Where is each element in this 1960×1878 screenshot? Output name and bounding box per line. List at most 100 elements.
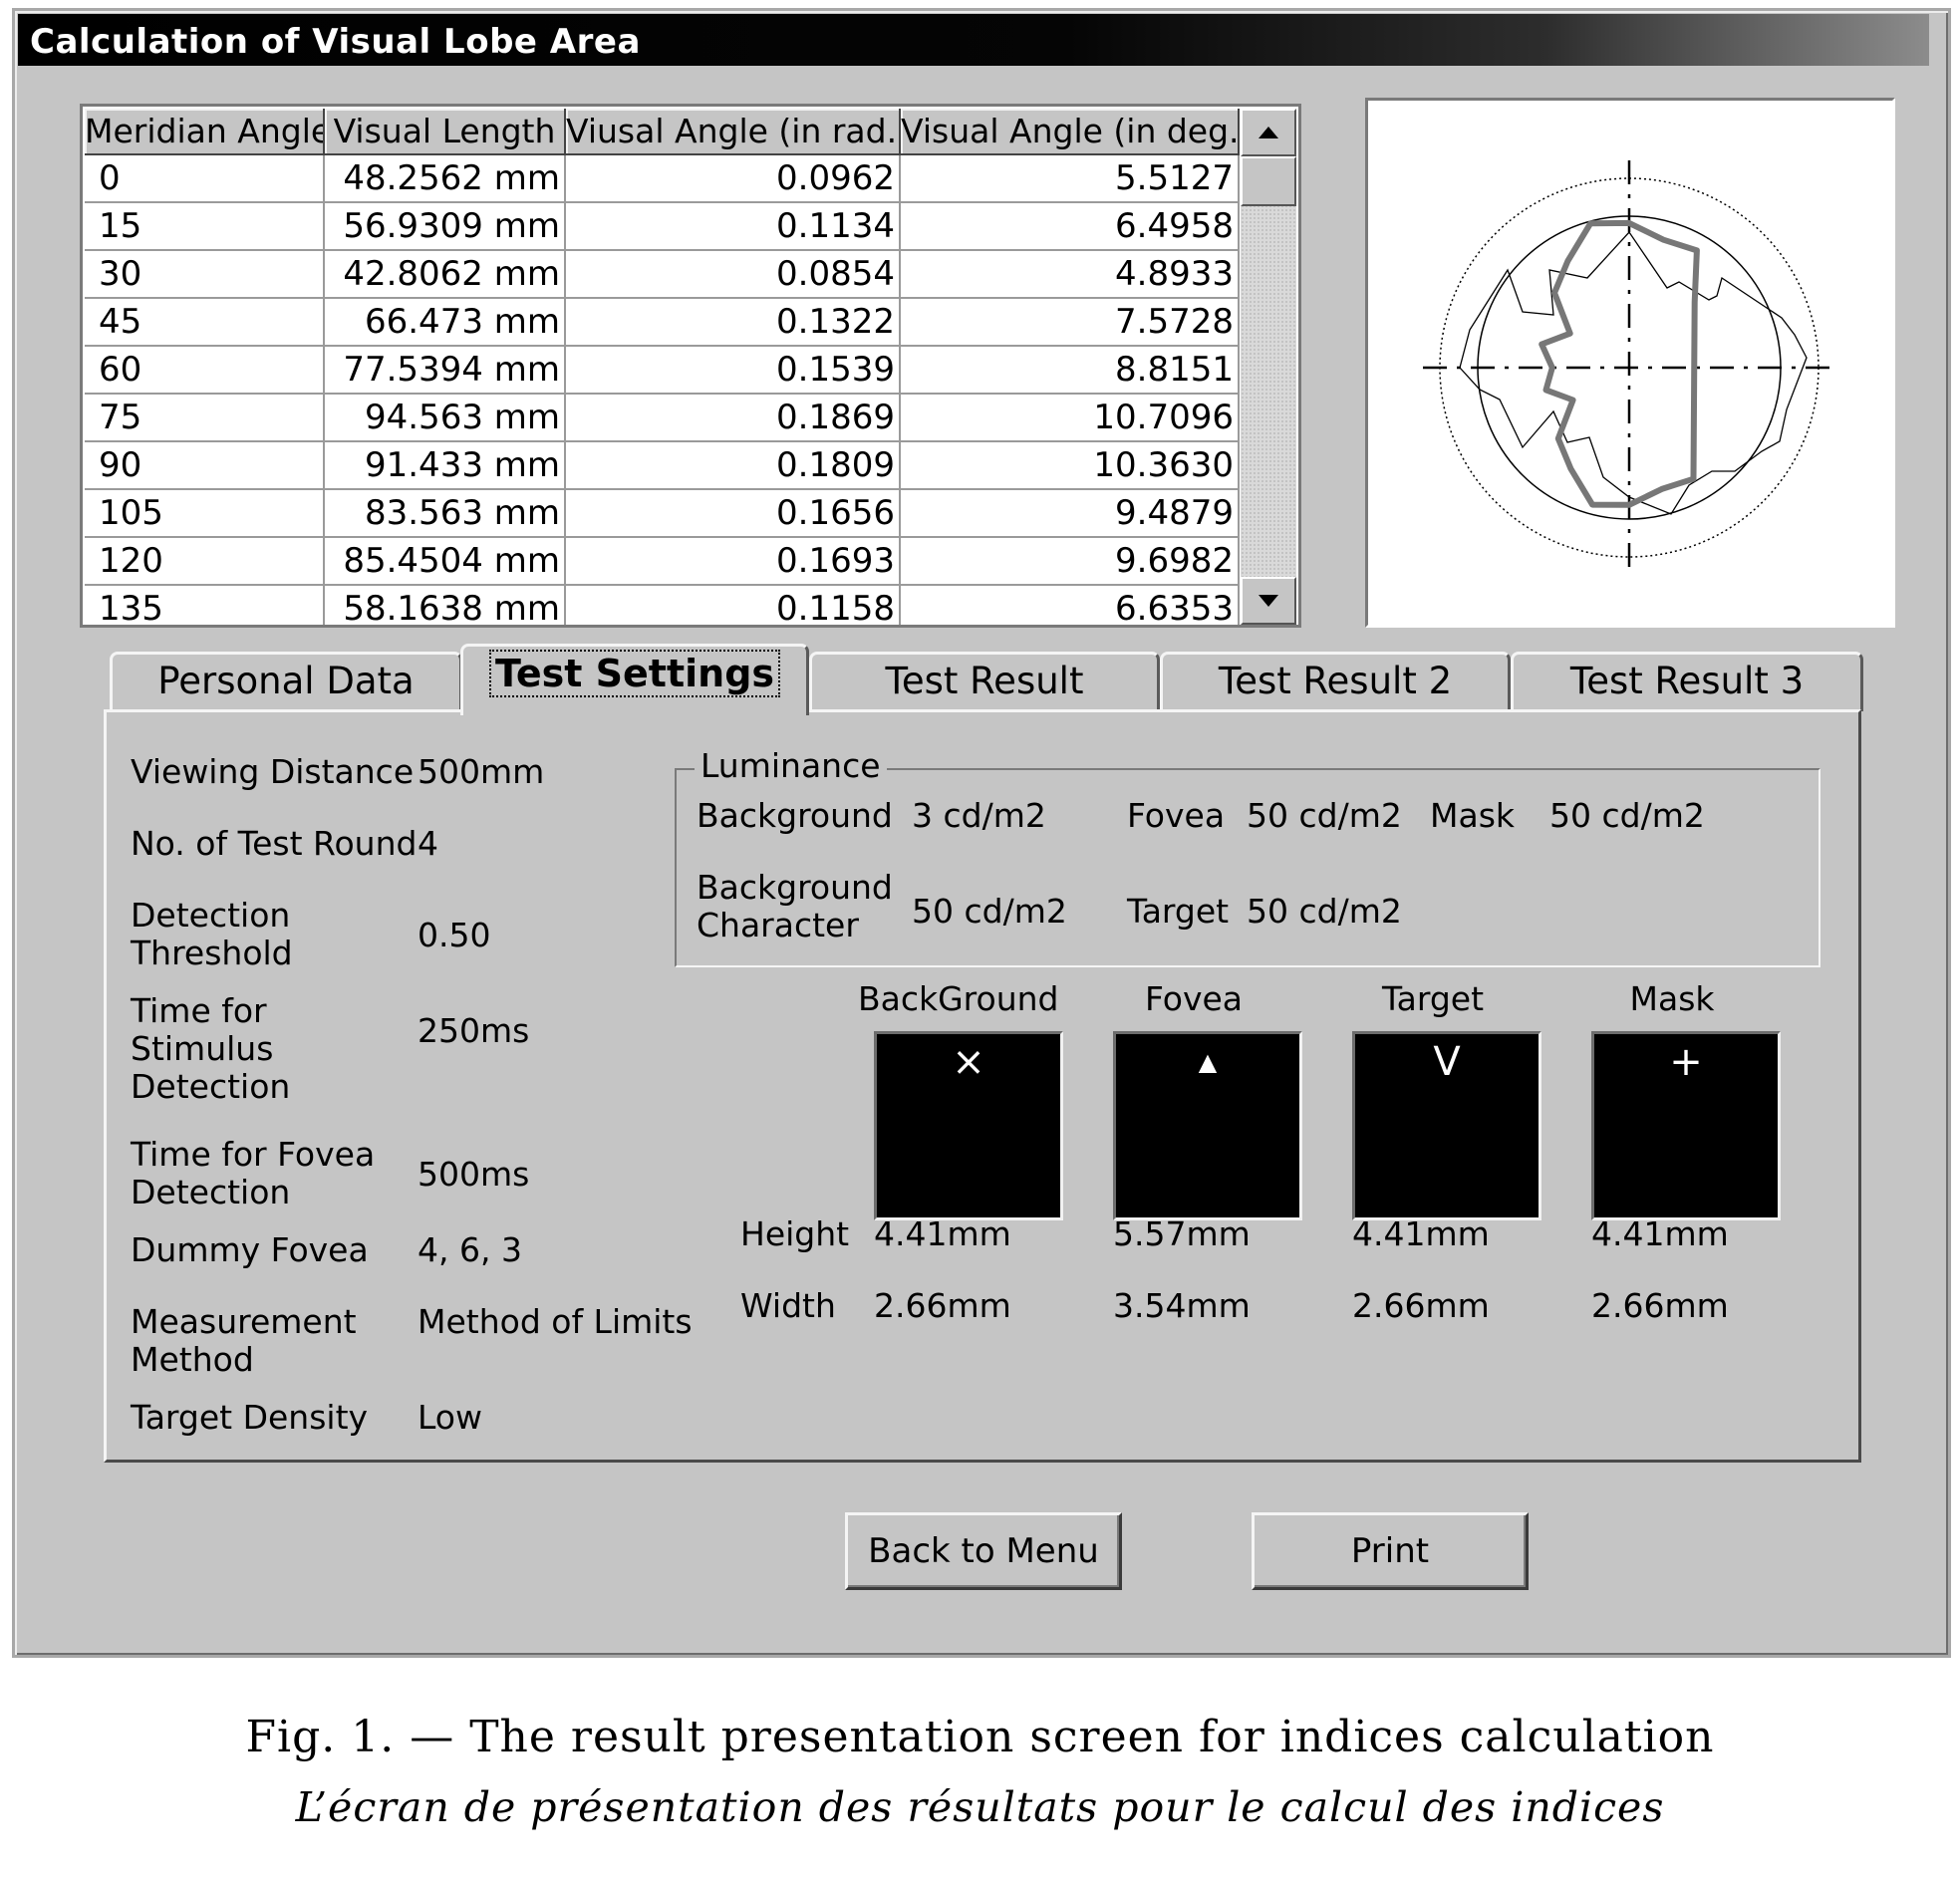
col-header-angle-deg[interactable]: Visual Angle (in deg.) <box>900 109 1240 155</box>
scroll-up-button[interactable] <box>1241 109 1296 156</box>
cell-angle-deg: 4.8933 <box>900 250 1240 299</box>
cell-visual-length: 85.4504 mm <box>324 537 566 586</box>
table-row[interactable]: 75 94.563 mm 0.1869 10.7096 <box>85 394 1240 442</box>
cell-visual-length: 58.1638 mm <box>324 585 566 625</box>
x-cross-icon: × <box>952 1039 985 1085</box>
bg-character-label-1: Background <box>697 868 893 907</box>
tab-test-result-2-label: Test Result 2 <box>1218 660 1453 702</box>
cell-angle-deg: 9.6982 <box>900 537 1240 586</box>
cell-visual-length: 66.473 mm <box>324 298 566 347</box>
print-button[interactable]: Print <box>1252 1512 1529 1590</box>
viewing-distance-value: 500mm <box>418 752 545 791</box>
table-row[interactable]: 60 77.5394 mm 0.1539 8.8151 <box>85 346 1240 395</box>
test-settings-panel: Viewing Distance 500mm No. of Test Round… <box>104 709 1861 1463</box>
plus-icon: + <box>1669 1039 1703 1085</box>
target-luminance-value: 50 cd/m2 <box>1247 892 1402 931</box>
col-header-meridian-angle[interactable]: Meridian Angle <box>85 109 325 155</box>
stimulus-height-background: 4.41mm <box>874 1214 1011 1253</box>
scroll-thumb[interactable] <box>1241 156 1296 206</box>
bg-character-value: 50 cd/m2 <box>912 892 1067 931</box>
results-grid[interactable]: Meridian Angle Visual Length Viusal Angl… <box>80 104 1301 628</box>
cell-angle-deg: 8.8151 <box>900 346 1240 395</box>
stimulus-name-background: BackGround <box>858 979 1059 1018</box>
stimulus-width-background: 2.66mm <box>874 1286 1011 1325</box>
triangle-icon: ▲ <box>1198 1048 1218 1076</box>
test-round-label: No. of Test Round <box>131 824 418 863</box>
cell-angle-deg: 10.3630 <box>900 441 1240 490</box>
cell-angle-rad: 0.1869 <box>565 394 901 442</box>
fovea-luminance-value: 50 cd/m2 <box>1247 796 1402 835</box>
target-density-label: Target Density <box>131 1398 369 1437</box>
table-row[interactable]: 15 56.9309 mm 0.1134 6.4958 <box>85 202 1240 251</box>
cell-meridian-angle: 120 <box>85 537 325 586</box>
vertical-scrollbar[interactable] <box>1241 109 1296 625</box>
dummy-fovea-label: Dummy Fovea <box>131 1230 369 1269</box>
cell-angle-rad: 0.1158 <box>565 585 901 625</box>
figure-caption: Fig. 1. — The result presentation screen… <box>245 1712 1715 1762</box>
print-label: Print <box>1350 1531 1430 1571</box>
cell-visual-length: 77.5394 mm <box>324 346 566 395</box>
cell-meridian-angle: 105 <box>85 489 325 538</box>
tab-test-result-3[interactable]: Test Result 3 <box>1511 652 1863 711</box>
cell-angle-rad: 0.1656 <box>565 489 901 538</box>
tab-test-settings[interactable]: Test Settings <box>460 644 809 715</box>
mask-luminance-label: Mask <box>1430 796 1515 835</box>
stimulus-width-fovea: 3.54mm <box>1113 1286 1251 1325</box>
back-to-menu-button[interactable]: Back to Menu <box>845 1512 1122 1590</box>
table-row[interactable]: 135 58.1638 mm 0.1158 6.6353 <box>85 585 1240 625</box>
target-luminance-label: Target <box>1127 892 1230 931</box>
tab-test-result-2[interactable]: Test Result 2 <box>1160 652 1511 711</box>
cell-visual-length: 48.2562 mm <box>324 154 566 203</box>
table-row[interactable]: 120 85.4504 mm 0.1693 9.6982 <box>85 537 1240 586</box>
cell-angle-deg: 5.5127 <box>900 154 1240 203</box>
fovea-time-label-2: Detection <box>131 1173 291 1211</box>
measurement-method-label-2: Method <box>131 1340 254 1379</box>
visual-lobe-polygon <box>1539 219 1700 508</box>
cell-angle-deg: 7.5728 <box>900 298 1240 347</box>
stimulus-preview-background: × <box>874 1031 1063 1220</box>
test-round-value: 4 <box>418 824 438 863</box>
table-row[interactable]: 30 42.8062 mm 0.0854 4.8933 <box>85 250 1240 299</box>
cell-visual-length: 42.8062 mm <box>324 250 566 299</box>
table-row[interactable]: 105 83.563 mm 0.1656 9.4879 <box>85 489 1240 538</box>
dummy-fovea-value: 4, 6, 3 <box>418 1230 522 1269</box>
tab-personal-data-label: Personal Data <box>157 660 415 702</box>
table-header-row: Meridian Angle Visual Length Viusal Angl… <box>85 109 1240 155</box>
height-label: Height <box>740 1214 850 1253</box>
scroll-down-button[interactable] <box>1241 577 1296 625</box>
v-letter-icon: V <box>1433 1039 1461 1085</box>
tab-test-result-3-label: Test Result 3 <box>1569 660 1805 702</box>
cell-angle-rad: 0.1322 <box>565 298 901 347</box>
stimulus-height-fovea: 5.57mm <box>1113 1214 1251 1253</box>
tab-test-result[interactable]: Test Result <box>809 652 1160 711</box>
title-bar[interactable]: Calculation of Visual Lobe Area <box>18 14 1929 66</box>
cell-meridian-angle: 90 <box>85 441 325 490</box>
background-luminance-label: Background <box>697 796 893 835</box>
cell-angle-rad: 0.0962 <box>565 154 901 203</box>
table-row[interactable]: 45 66.473 mm 0.1322 7.5728 <box>85 298 1240 347</box>
fovea-luminance-label: Fovea <box>1127 796 1226 835</box>
measurement-method-label-1: Measurement <box>131 1302 357 1341</box>
cell-angle-deg: 6.6353 <box>900 585 1240 625</box>
stimulus-width-target: 2.66mm <box>1352 1286 1490 1325</box>
cell-visual-length: 91.433 mm <box>324 441 566 490</box>
arrow-down-icon <box>1259 595 1278 607</box>
background-luminance-value: 3 cd/m2 <box>912 796 1046 835</box>
luminance-group-title: Luminance <box>695 746 887 785</box>
table-row[interactable]: 0 48.2562 mm 0.0962 5.5127 <box>85 154 1240 203</box>
visual-lobe-plot <box>1365 98 1895 628</box>
cell-meridian-angle: 30 <box>85 250 325 299</box>
stimulus-name-fovea: Fovea <box>1144 979 1244 1018</box>
results-table: Meridian Angle Visual Length Viusal Angl… <box>85 109 1240 625</box>
col-header-angle-rad[interactable]: Viusal Angle (in rad.) <box>565 109 901 155</box>
cell-angle-rad: 0.1539 <box>565 346 901 395</box>
luminance-group: Luminance Background 3 cd/m2 Fovea 50 cd… <box>675 746 1820 967</box>
stimulus-time-label-3: Detection <box>131 1067 291 1106</box>
stimulus-height-target: 4.41mm <box>1352 1214 1490 1253</box>
col-header-visual-length[interactable]: Visual Length <box>324 109 566 155</box>
cell-meridian-angle: 75 <box>85 394 325 442</box>
tab-personal-data[interactable]: Personal Data <box>110 652 462 711</box>
cell-angle-rad: 0.1809 <box>565 441 901 490</box>
width-label: Width <box>740 1286 836 1325</box>
table-row[interactable]: 90 91.433 mm 0.1809 10.3630 <box>85 441 1240 490</box>
